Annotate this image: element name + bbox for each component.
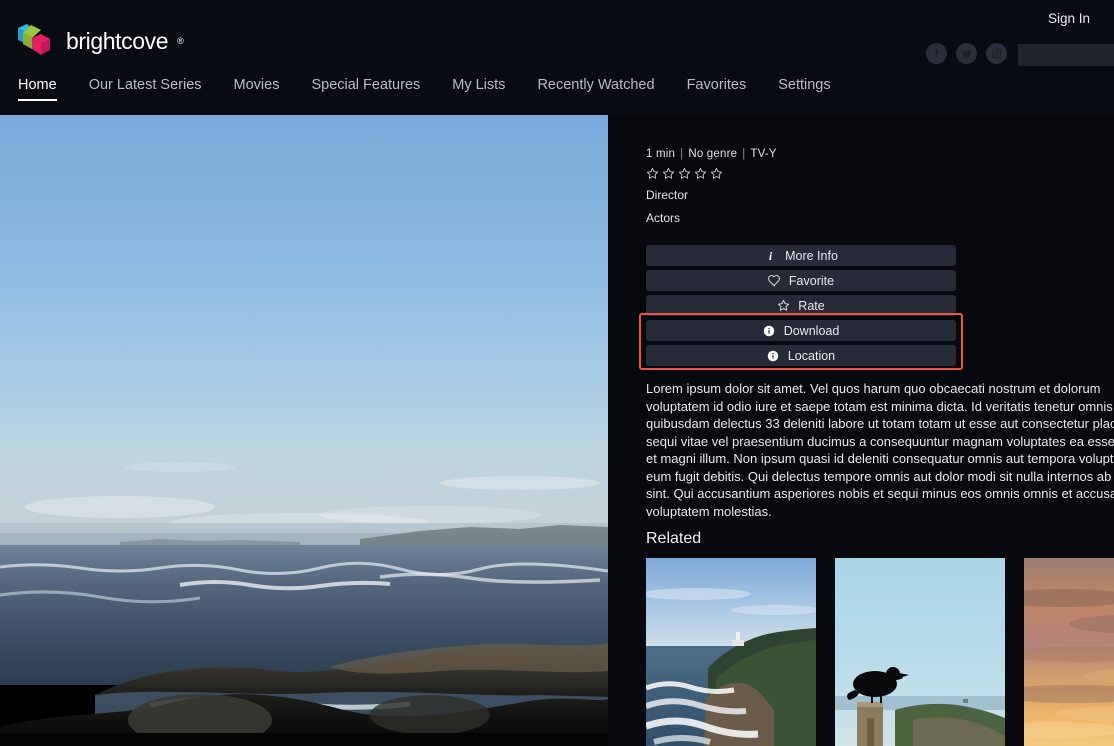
video-description: Lorem ipsum dolor sit amet. Vel quos har… <box>646 381 1114 519</box>
favorite-button[interactable]: Favorite <box>646 270 956 291</box>
facebook-glyph <box>935 49 939 58</box>
related-section-title: Related <box>646 530 702 547</box>
favorite-label: Favorite <box>788 273 835 288</box>
star-outline-icon[interactable] <box>646 167 659 180</box>
video-detail-panel: 1 min | No genre | TV-Y Director Actors i Mo… <box>639 115 1114 746</box>
video-meta: 1 min | No genre | TV-Y <box>646 148 777 160</box>
twitter-icon[interactable] <box>956 43 977 64</box>
nav-item-recently-watched[interactable]: Recently Watched <box>537 72 654 98</box>
download-button[interactable]: Download <box>646 320 956 341</box>
facebook-icon[interactable] <box>926 43 947 64</box>
search-input[interactable] <box>1018 44 1114 66</box>
twitter-glyph <box>961 49 972 58</box>
more-info-label: More Info <box>785 248 838 263</box>
related-videos-row <box>646 558 1114 746</box>
star-outline-icon[interactable] <box>662 167 675 180</box>
rate-button[interactable]: Rate <box>646 295 956 316</box>
nav-item-movies[interactable]: Movies <box>234 72 280 98</box>
nav-item-special-features[interactable]: Special Features <box>311 72 420 98</box>
nav-item-settings[interactable]: Settings <box>778 72 830 98</box>
meta-genre: No genre <box>688 148 738 160</box>
trademark-symbol: ® <box>177 35 184 46</box>
meta-separator-1: | <box>680 148 684 160</box>
social-links <box>926 43 1007 64</box>
location-button[interactable]: Location <box>646 345 956 366</box>
director-label: Director <box>646 188 689 202</box>
thumbnail-coastal-lighthouse[interactable] <box>646 558 816 746</box>
brightcove-logo[interactable]: brightcove ® <box>18 24 184 57</box>
instagram-icon[interactable] <box>986 43 1007 64</box>
actors-label: Actors <box>646 211 681 225</box>
video-frame <box>0 115 608 746</box>
star-outline-icon[interactable] <box>694 167 707 180</box>
info-circle-icon <box>763 324 776 337</box>
star-outline-icon[interactable] <box>678 167 691 180</box>
download-label: Download <box>783 323 840 338</box>
location-label: Location <box>787 348 836 363</box>
info-circle-icon <box>767 349 780 362</box>
video-player[interactable] <box>0 115 608 746</box>
star-outline-icon[interactable] <box>710 167 723 180</box>
meta-rating: TV-Y <box>750 148 777 160</box>
nav-item-our-latest-series[interactable]: Our Latest Series <box>89 72 202 98</box>
main-navigation: Home Our Latest Series Movies Special Fe… <box>0 72 1114 115</box>
coastal-lighthouse-image <box>646 558 816 746</box>
site-header: brightcove ® Sign In <box>0 0 1114 72</box>
thumbnail-orange-sunset[interactable] <box>1024 558 1114 746</box>
instagram-glyph <box>991 48 1002 59</box>
more-info-button[interactable]: i More Info <box>646 245 956 266</box>
rate-label: Rate <box>798 298 825 313</box>
nav-item-home[interactable]: Home <box>18 72 57 101</box>
thumbnail-crow-on-post[interactable] <box>835 558 1005 746</box>
brightcove-wordmark: brightcove <box>66 28 169 54</box>
star-outline-icon <box>777 299 790 312</box>
nav-item-favorites[interactable]: Favorites <box>687 72 747 98</box>
nav-item-my-lists[interactable]: My Lists <box>452 72 505 98</box>
rating-stars[interactable] <box>646 167 723 180</box>
app-root: brightcove ® Sign In Home Our Latest Ser… <box>0 0 1114 746</box>
crow-on-post-image <box>835 558 1005 746</box>
sign-in-link[interactable]: Sign In <box>1048 11 1090 26</box>
meta-duration: 1 min <box>646 148 676 160</box>
meta-separator-2: | <box>742 148 746 160</box>
action-button-group: i More Info Favorite Rate Download Locat… <box>639 245 963 370</box>
orange-sunset-image <box>1024 558 1114 746</box>
info-italic-icon: i <box>768 248 773 263</box>
content-area: 1 min | No genre | TV-Y Director Actors i Mo… <box>0 115 1114 746</box>
brightcove-logo-icon <box>18 24 50 55</box>
heart-outline-icon <box>768 274 781 287</box>
